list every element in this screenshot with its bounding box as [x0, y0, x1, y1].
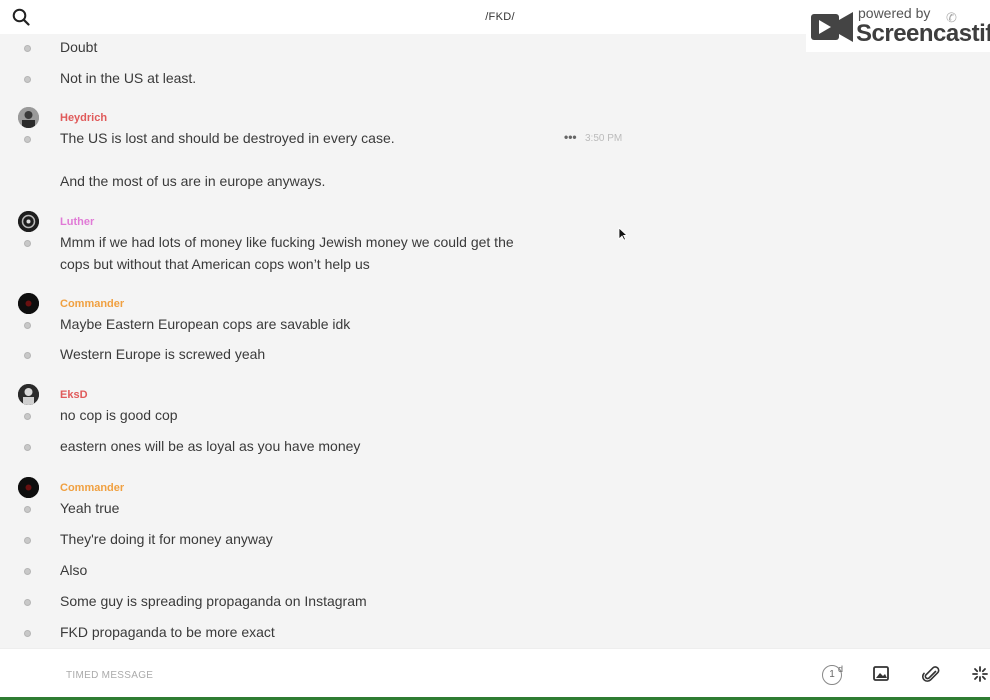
message-text: Some guy is spreading propaganda on Inst… [60, 593, 367, 609]
message-text: Also [60, 562, 88, 578]
avatar[interactable] [18, 384, 39, 405]
message-text: no cop is good cop [60, 407, 178, 423]
message-status-icon [24, 506, 31, 513]
phone-icon: ✆ [946, 10, 957, 25]
message-composer: 1 d [0, 648, 990, 700]
message-status-icon [24, 599, 31, 606]
message-status-icon [24, 322, 31, 329]
avatar[interactable] [18, 107, 39, 128]
message-status-icon [24, 444, 31, 451]
message-status-icon [24, 537, 31, 544]
sparkle-icon[interactable] [972, 666, 988, 687]
avatar[interactable] [18, 293, 39, 314]
message-text: Not in the US at least. [60, 70, 197, 86]
message-text: Yeah true [60, 500, 120, 516]
message-text: Mmm if we had lots of money like fucking… [60, 234, 514, 272]
attachment-icon[interactable] [921, 665, 940, 688]
message-status-icon [24, 413, 31, 420]
message-status-icon [24, 352, 31, 359]
message-timestamp: 3:50 PM [585, 133, 623, 144]
message-status-icon [24, 76, 31, 83]
image-icon[interactable] [873, 666, 889, 686]
message-text: eastern ones will be as loyal as you hav… [60, 438, 361, 454]
message-author[interactable]: Heydrich [60, 112, 107, 124]
message-status-icon [24, 136, 31, 143]
mouse-cursor-icon [618, 227, 629, 246]
message-status-icon [24, 240, 31, 247]
message-author[interactable]: Commander [60, 298, 124, 310]
watermark-powered-by: powered by [858, 5, 931, 21]
message-text: And the most of us are in europe anyways… [60, 173, 326, 189]
message-text: Doubt [60, 39, 98, 55]
avatar[interactable] [18, 477, 39, 498]
avatar[interactable] [18, 211, 39, 232]
message-status-icon [24, 568, 31, 575]
message-text: FKD propaganda to be more exact [60, 624, 275, 640]
message-text: They're doing it for money anyway [60, 531, 273, 547]
message-text: Maybe Eastern European cops are savable … [60, 316, 351, 332]
message-author[interactable]: Commander [60, 482, 124, 494]
message-text: Western Europe is screwed yeah [60, 346, 266, 362]
message-list[interactable]: Doubt Not in the US at least. Heydrich T… [0, 34, 990, 648]
timer-unit: d [838, 664, 844, 674]
message-author[interactable]: EksD [60, 389, 88, 401]
message-status-icon [24, 45, 31, 52]
timed-message-input[interactable] [66, 667, 666, 683]
message-author[interactable]: Luther [60, 216, 94, 228]
message-status-icon [24, 630, 31, 637]
more-options-icon[interactable]: ••• [564, 130, 577, 144]
message-text: The US is lost and should be destroyed i… [60, 130, 395, 146]
